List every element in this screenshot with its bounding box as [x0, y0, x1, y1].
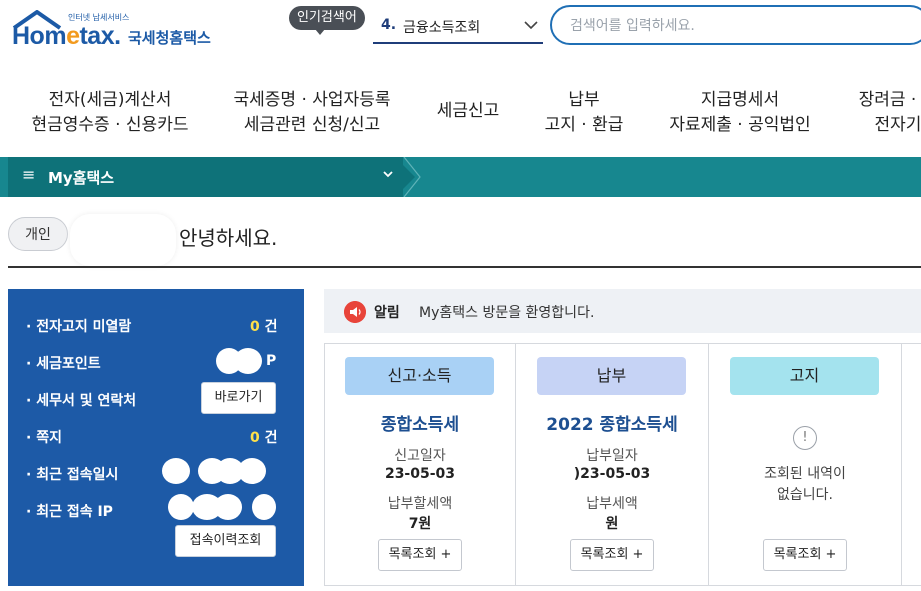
card-badge-notice: 고지: [730, 357, 879, 395]
return-date-value: 23-05-03: [384, 466, 456, 482]
card-badge-return: 신고·소득: [345, 357, 494, 395]
popular-term[interactable]: 금융소득조회: [403, 17, 480, 37]
card-title-return[interactable]: 종합소득세: [324, 410, 516, 435]
user-type-badge: 개인: [8, 217, 68, 251]
greeting-text: 안녕하세요.: [179, 226, 278, 250]
megaphone-icon: [344, 301, 366, 323]
tax-due-value: 7원: [408, 516, 432, 532]
menu-tax-return[interactable]: 세금신고: [428, 99, 508, 124]
logo-korean: 국세청홈택스: [128, 29, 211, 47]
messages-count[interactable]: 0 건: [250, 427, 278, 447]
unread-notice-count[interactable]: 0 건: [250, 316, 278, 336]
hometax-logo[interactable]: 인터넷 납세서비스 Hometax. 국세청홈택스: [10, 8, 230, 50]
masked-value: [234, 348, 262, 374]
return-date-label: 신고일자: [394, 448, 446, 464]
paid-tax-label: 납부세액: [586, 496, 638, 512]
card-list-button-notice[interactable]: 목록조회 +: [763, 539, 847, 571]
popular-search-label: 인기검색어: [289, 6, 365, 35]
menu-incentive[interactable]: 장려금 · 연 전자기: [848, 88, 921, 138]
card-list-button-return[interactable]: 목록조회 +: [378, 539, 462, 571]
masked-value: [238, 458, 266, 484]
menu-e-invoice[interactable]: 전자(세금)계산서 현금영수증 · 신용카드: [30, 88, 190, 138]
side-row-unread-notice: · 전자고지 미열람: [26, 319, 132, 335]
breadcrumb-separator-icon: [403, 157, 421, 197]
empty-message-line1: 조회된 내역이: [764, 466, 846, 482]
menu-certificate[interactable]: 국세증명 · 사업자등록 세금관련 신청/신고: [222, 88, 402, 138]
masked-value: [252, 494, 276, 520]
notice-bar: [324, 289, 921, 333]
search-input[interactable]: [568, 15, 912, 37]
masked-value: [168, 494, 194, 520]
menu-payment[interactable]: 납부 고지 · 환급: [534, 88, 634, 138]
notice-tag: 알림: [374, 305, 400, 321]
logo-wordmark: Hometax.: [12, 22, 121, 50]
masked-username: [70, 214, 176, 266]
tax-due-label: 납부할세액: [387, 496, 453, 512]
popular-search-dropdown[interactable]: 4. 금융소득조회: [373, 12, 543, 44]
side-row-last-access-time: · 최근 접속일시: [26, 467, 119, 483]
side-row-tax-office: · 세무서 및 연락처: [26, 393, 137, 409]
payment-date-label: 납부일자: [586, 448, 638, 464]
payment-date-value: )23-05-03: [573, 466, 651, 482]
chevron-down-icon[interactable]: [382, 168, 394, 180]
menu-statement[interactable]: 지급명세서 자료제출 · 공익법인: [662, 88, 818, 138]
chevron-down-icon[interactable]: [523, 16, 539, 32]
card-title-payment[interactable]: 2022 종합소득세: [515, 410, 709, 435]
notice-text: My홈택스 방문을 환영합니다.: [419, 305, 595, 321]
tax-point-unit: P: [266, 353, 277, 369]
access-history-button[interactable]: 접속이력조회: [175, 525, 276, 557]
popular-rank: 4.: [381, 17, 397, 33]
tax-office-shortcut-button[interactable]: 바로가기: [201, 382, 276, 414]
card-list-button-payment[interactable]: 목록조회 +: [570, 539, 654, 571]
greeting-divider: [8, 266, 921, 268]
masked-value: [214, 494, 242, 520]
card-partial: [901, 343, 921, 586]
my-hometax-title[interactable]: My홈택스: [48, 167, 114, 188]
side-row-tax-point: · 세금포인트: [26, 356, 101, 372]
side-row-last-access-ip: · 최근 접속 IP: [26, 504, 113, 520]
card-badge-payment: 납부: [537, 357, 686, 395]
empty-message-line2: 없습니다.: [777, 487, 833, 503]
paid-tax-value: 원: [605, 516, 619, 532]
masked-value: [162, 458, 190, 484]
hamburger-icon[interactable]: ≡: [22, 165, 35, 184]
search-box[interactable]: [550, 5, 921, 45]
side-row-messages: · 쪽지: [26, 430, 62, 446]
exclamation-icon: !: [793, 426, 817, 450]
